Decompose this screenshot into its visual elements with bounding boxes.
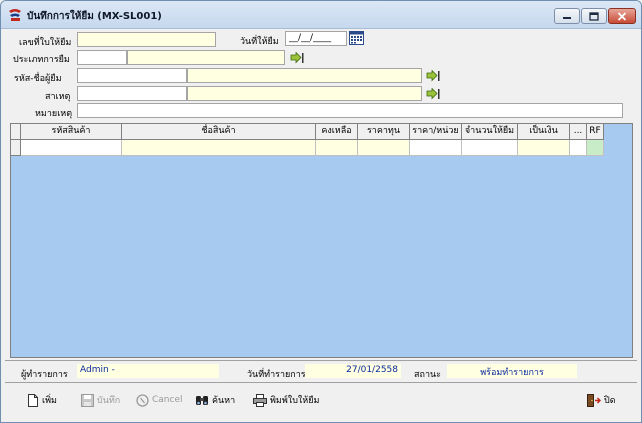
close-window-icon — [617, 11, 627, 21]
exit-door-icon — [587, 393, 601, 407]
table-cell[interactable] — [358, 140, 410, 156]
reason-code-field[interactable] — [77, 86, 187, 101]
lookup-arrow-icon[interactable] — [426, 88, 440, 100]
cancel-circle-icon — [136, 393, 149, 407]
type-label: ประเภทการยืม — [13, 55, 70, 65]
lookup-arrow-icon[interactable] — [426, 70, 440, 82]
remark-field[interactable] — [77, 103, 623, 118]
cancel-label: Cancel — [152, 395, 183, 405]
reason-label: สาเหตุ — [45, 92, 71, 102]
grid-corner — [11, 124, 21, 140]
txn-date-value: 27/01/2558 — [305, 364, 401, 378]
date-field[interactable]: __/__/____ — [285, 31, 347, 46]
table-cell[interactable] — [316, 140, 358, 156]
table-cell[interactable] — [122, 140, 316, 156]
lookup-arrow-icon[interactable] — [290, 52, 304, 64]
print-label: พิมพ์ใบให้ยืม — [270, 396, 320, 406]
table-cell[interactable] — [410, 140, 462, 156]
date-label: วันที่ให้ยืม — [240, 37, 279, 47]
window-title: บันทึกการให้ยืม (MX-SL001) — [27, 11, 162, 22]
calendar-icon[interactable] — [349, 30, 364, 45]
cancel-button[interactable]: Cancel — [136, 392, 183, 408]
user-label: ผู้ทำรายการ — [21, 370, 68, 380]
print-button[interactable]: พิมพ์ใบให้ยืม — [253, 392, 319, 408]
doc-no-label: เลขที่ใบให้ยืม — [19, 38, 72, 48]
remark-label: หมายเหตุ — [35, 109, 73, 119]
col-header[interactable]: เป็นเงิน — [518, 124, 570, 140]
close-window-button[interactable] — [608, 8, 636, 24]
printer-icon — [253, 393, 267, 407]
col-header[interactable]: RF — [587, 124, 604, 140]
state-label: สถานะ — [414, 370, 441, 380]
close-button[interactable]: ปิด — [587, 392, 616, 408]
col-header[interactable]: จำนวนให้ยืม — [462, 124, 518, 140]
state-value: พร้อมทำรายการ — [447, 364, 577, 378]
col-header[interactable]: คงเหลือ — [316, 124, 358, 140]
minimize-button[interactable] — [554, 8, 580, 24]
type-code-field[interactable] — [77, 50, 127, 65]
table-cell[interactable] — [21, 140, 122, 156]
user-value: Admin - — [77, 364, 219, 378]
table-row[interactable] — [11, 140, 604, 156]
col-header[interactable]: ราคา/หน่วย — [410, 124, 462, 140]
txn-date-label: วันที่ทำรายการ — [247, 370, 306, 380]
items-grid[interactable]: รหัสสินค้า ชื่อสินค้า คงเหลือ ราคาทุน รา… — [10, 123, 633, 358]
grid-header: รหัสสินค้า ชื่อสินค้า คงเหลือ ราคาทุน รา… — [11, 124, 604, 140]
table-cell[interactable] — [570, 140, 587, 156]
new-document-icon — [28, 393, 38, 407]
search-label: ค้นหา — [212, 396, 236, 406]
search-button[interactable]: ค้นหา — [195, 392, 235, 408]
col-header[interactable]: ชื่อสินค้า — [122, 124, 316, 140]
reason-name-field[interactable] — [187, 86, 422, 101]
add-label: เพิ่ม — [42, 396, 57, 406]
col-header[interactable]: ราคาทุน — [358, 124, 410, 140]
close-label: ปิด — [604, 396, 616, 406]
floppy-disk-icon — [81, 393, 94, 407]
doc-no-field[interactable] — [77, 32, 216, 47]
toolbar-divider — [5, 382, 637, 383]
row-indicator[interactable] — [11, 140, 21, 156]
main-window: บันทึกการให้ยืม (MX-SL001) เลขที่ใบให้ยื… — [0, 0, 642, 423]
add-button[interactable]: เพิ่ม — [27, 392, 57, 408]
type-name-field[interactable] — [127, 50, 285, 65]
table-cell[interactable] — [462, 140, 518, 156]
status-divider — [5, 360, 637, 361]
borrower-label: รหัส-ชื่อผู้ยืม — [14, 74, 62, 84]
table-cell[interactable] — [518, 140, 570, 156]
table-cell[interactable] — [587, 140, 604, 156]
save-label: บันทึก — [97, 396, 121, 406]
borrower-code-field[interactable] — [77, 68, 187, 83]
maximize-button[interactable] — [581, 8, 607, 24]
title-bar: บันทึกการให้ยืม (MX-SL001) — [1, 1, 641, 29]
app-logo-icon — [9, 9, 21, 21]
maximize-icon — [589, 11, 599, 21]
save-button[interactable]: บันทึก — [81, 392, 120, 408]
binoculars-icon — [196, 396, 208, 405]
col-header[interactable]: ... — [570, 124, 587, 140]
minimize-icon — [563, 17, 571, 19]
borrower-name-field[interactable] — [187, 68, 422, 83]
col-header[interactable]: รหัสสินค้า — [21, 124, 122, 140]
